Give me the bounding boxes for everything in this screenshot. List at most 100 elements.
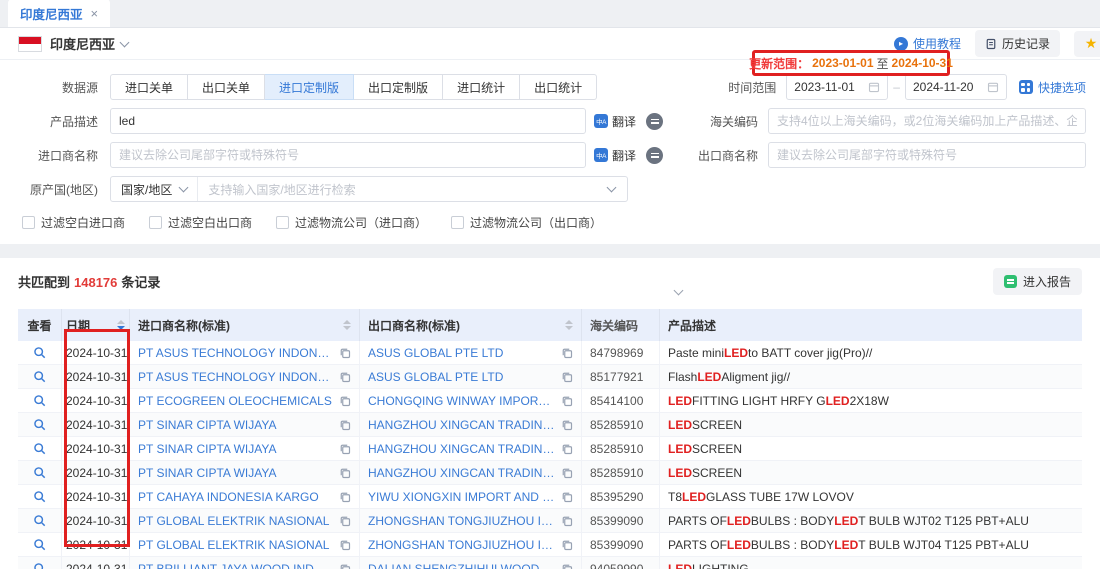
checkbox-icon[interactable] — [276, 216, 289, 229]
exporter-link[interactable]: ZHONGSHAN TONGJIUZHOU INTERNA... — [368, 538, 555, 552]
data-source-tab[interactable]: 出口统计 — [520, 74, 597, 100]
copy-icon[interactable] — [561, 467, 573, 479]
hs-code-input[interactable] — [768, 108, 1086, 134]
copy-icon[interactable] — [561, 515, 573, 527]
close-icon[interactable]: × — [91, 6, 99, 21]
sort-icons[interactable] — [117, 320, 125, 330]
exporter-label: 出口商名称 — [696, 147, 768, 164]
importer-input[interactable] — [110, 142, 586, 168]
col-header-view[interactable]: 查看 — [18, 309, 62, 341]
copy-icon[interactable] — [561, 491, 573, 503]
row-date: 2024-10-31 — [62, 365, 130, 388]
copy-icon[interactable] — [339, 563, 351, 569]
checkbox-icon[interactable] — [149, 216, 162, 229]
sort-icons[interactable] — [343, 320, 351, 330]
exporter-link[interactable]: DALIAN SHENGZHIHUI WOOD INDUST... — [368, 562, 555, 569]
copy-icon[interactable] — [339, 515, 351, 527]
chevron-down-icon[interactable] — [120, 37, 130, 47]
importer-link[interactable]: PT SINAR CIPTA WIJAYA — [138, 442, 333, 456]
data-source-tabs: 进口关单出口关单进口定制版出口定制版进口统计出口统计 — [110, 74, 597, 100]
history-button[interactable]: 历史记录 — [975, 30, 1060, 57]
checkbox-icon[interactable] — [22, 216, 35, 229]
col-header-exporter[interactable]: 出口商名称(标准) — [360, 309, 582, 341]
importer-link[interactable]: PT GLOBAL ELEKTRIK NASIONAL — [138, 538, 333, 552]
copy-icon[interactable] — [339, 395, 351, 407]
view-icon[interactable] — [33, 490, 46, 503]
exporter-link[interactable]: ASUS GLOBAL PTE LTD — [368, 346, 555, 360]
origin-select-box[interactable]: 国家/地区 支持输入国家/地区进行检索 — [110, 176, 628, 202]
tab-indonesia[interactable]: 印度尼西亚 × — [8, 0, 110, 27]
exporter-link[interactable]: HANGZHOU XINGCAN TRADING CO LTD — [368, 466, 555, 480]
date-end-box[interactable] — [905, 74, 1007, 100]
copy-icon[interactable] — [561, 539, 573, 551]
importer-link[interactable]: PT ECOGREEN OLEOCHEMICALS — [138, 394, 333, 408]
col-header-date[interactable]: 日期 — [62, 309, 130, 341]
data-source-tab[interactable]: 进口统计 — [443, 74, 520, 100]
origin-country-select[interactable]: 国家/地区 — [111, 177, 198, 201]
sort-icons[interactable] — [565, 320, 573, 330]
copy-icon[interactable] — [561, 563, 573, 569]
importer-link[interactable]: PT ASUS TECHNOLOGY INDONESIA BA... — [138, 346, 333, 360]
translate-button[interactable]: 中A 翻译 — [594, 147, 636, 164]
enter-report-button[interactable]: 进入报告 — [993, 268, 1082, 295]
copy-icon[interactable] — [339, 419, 351, 431]
data-source-tab[interactable]: 出口定制版 — [354, 74, 443, 100]
copy-icon[interactable] — [339, 467, 351, 479]
copy-icon[interactable] — [561, 395, 573, 407]
date-end-input[interactable] — [913, 80, 981, 94]
quick-options-button[interactable]: 快捷选项 — [1019, 79, 1086, 96]
copy-icon[interactable] — [339, 347, 351, 359]
copy-icon[interactable] — [339, 539, 351, 551]
col-header-importer[interactable]: 进口商名称(标准) — [130, 309, 360, 341]
copy-icon[interactable] — [561, 443, 573, 455]
importer-link[interactable]: PT ASUS TECHNOLOGY INDONESIA BA... — [138, 370, 333, 384]
exporter-link[interactable]: HANGZHOU XINGCAN TRADING CO LTD — [368, 442, 555, 456]
copy-icon[interactable] — [561, 419, 573, 431]
view-icon[interactable] — [33, 442, 46, 455]
exporter-link[interactable]: ZHONGSHAN TONGJIUZHOU INTERNA... — [368, 514, 555, 528]
circle-list-icon[interactable] — [646, 113, 663, 130]
importer-link[interactable]: PT SINAR CIPTA WIJAYA — [138, 418, 333, 432]
view-icon[interactable] — [33, 514, 46, 527]
importer-link[interactable]: PT CAHAYA INDONESIA KARGO — [138, 490, 333, 504]
section-divider — [0, 244, 1100, 258]
update-range-label: 更新范围： — [749, 55, 809, 72]
view-icon[interactable] — [33, 394, 46, 407]
row-date: 2024-10-31 — [62, 509, 130, 532]
checkbox-icon[interactable] — [451, 216, 464, 229]
exporter-link[interactable]: ASUS GLOBAL PTE LTD — [368, 370, 555, 384]
filter-checkbox[interactable]: 过滤物流公司（出口商） — [451, 214, 602, 231]
copy-icon[interactable] — [561, 371, 573, 383]
date-start-input[interactable] — [794, 80, 862, 94]
exporter-link[interactable]: CHONGQING WINWAY IMPORT AND E... — [368, 394, 555, 408]
view-icon[interactable] — [33, 562, 46, 569]
filter-checkbox[interactable]: 过滤物流公司（进口商） — [276, 214, 427, 231]
favorite-button[interactable]: ★ — [1074, 31, 1100, 57]
circle-list-icon[interactable] — [646, 147, 663, 164]
copy-icon[interactable] — [339, 443, 351, 455]
copy-icon[interactable] — [561, 347, 573, 359]
importer-link[interactable]: PT SINAR CIPTA WIJAYA — [138, 466, 333, 480]
view-icon[interactable] — [33, 370, 46, 383]
importer-link[interactable]: PT BRILLIANT JAYA WOOD INDUSTRY — [138, 562, 333, 569]
date-start-box[interactable] — [786, 74, 888, 100]
exporter-link[interactable]: YIWU XIONGXIN IMPORT AND EXPORT... — [368, 490, 555, 504]
view-icon[interactable] — [33, 538, 46, 551]
data-source-tab[interactable]: 进口关单 — [110, 74, 188, 100]
tab-title: 印度尼西亚 — [20, 4, 83, 23]
copy-icon[interactable] — [339, 491, 351, 503]
view-icon[interactable] — [33, 466, 46, 479]
translate-button[interactable]: 中A 翻译 — [594, 113, 636, 130]
importer-link[interactable]: PT GLOBAL ELEKTRIK NASIONAL — [138, 514, 333, 528]
view-icon[interactable] — [33, 418, 46, 431]
exporter-link[interactable]: HANGZHOU XINGCAN TRADING CO LTD — [368, 418, 555, 432]
view-icon[interactable] — [33, 346, 46, 359]
copy-icon[interactable] — [339, 371, 351, 383]
filter-checkbox[interactable]: 过滤空白出口商 — [149, 214, 252, 231]
data-source-tab[interactable]: 出口关单 — [188, 74, 265, 100]
star-icon: ★ — [1085, 35, 1098, 52]
data-source-tab[interactable]: 进口定制版 — [265, 74, 354, 100]
filter-checkbox[interactable]: 过滤空白进口商 — [22, 214, 125, 231]
product-desc-input[interactable] — [110, 108, 586, 134]
exporter-input[interactable] — [768, 142, 1086, 168]
